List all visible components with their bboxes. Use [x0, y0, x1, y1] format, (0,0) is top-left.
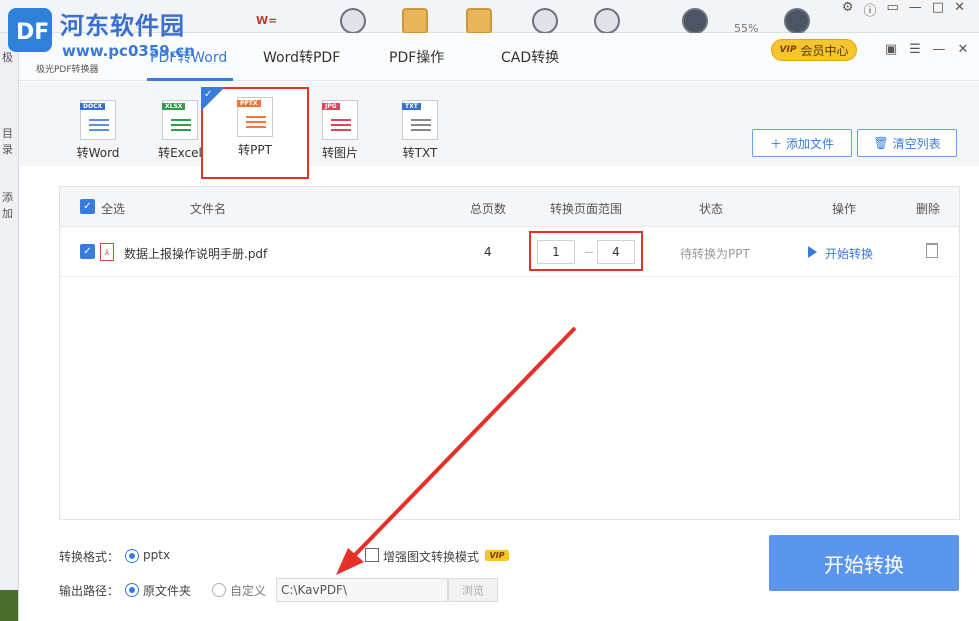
annotation-arrow	[0, 0, 979, 621]
